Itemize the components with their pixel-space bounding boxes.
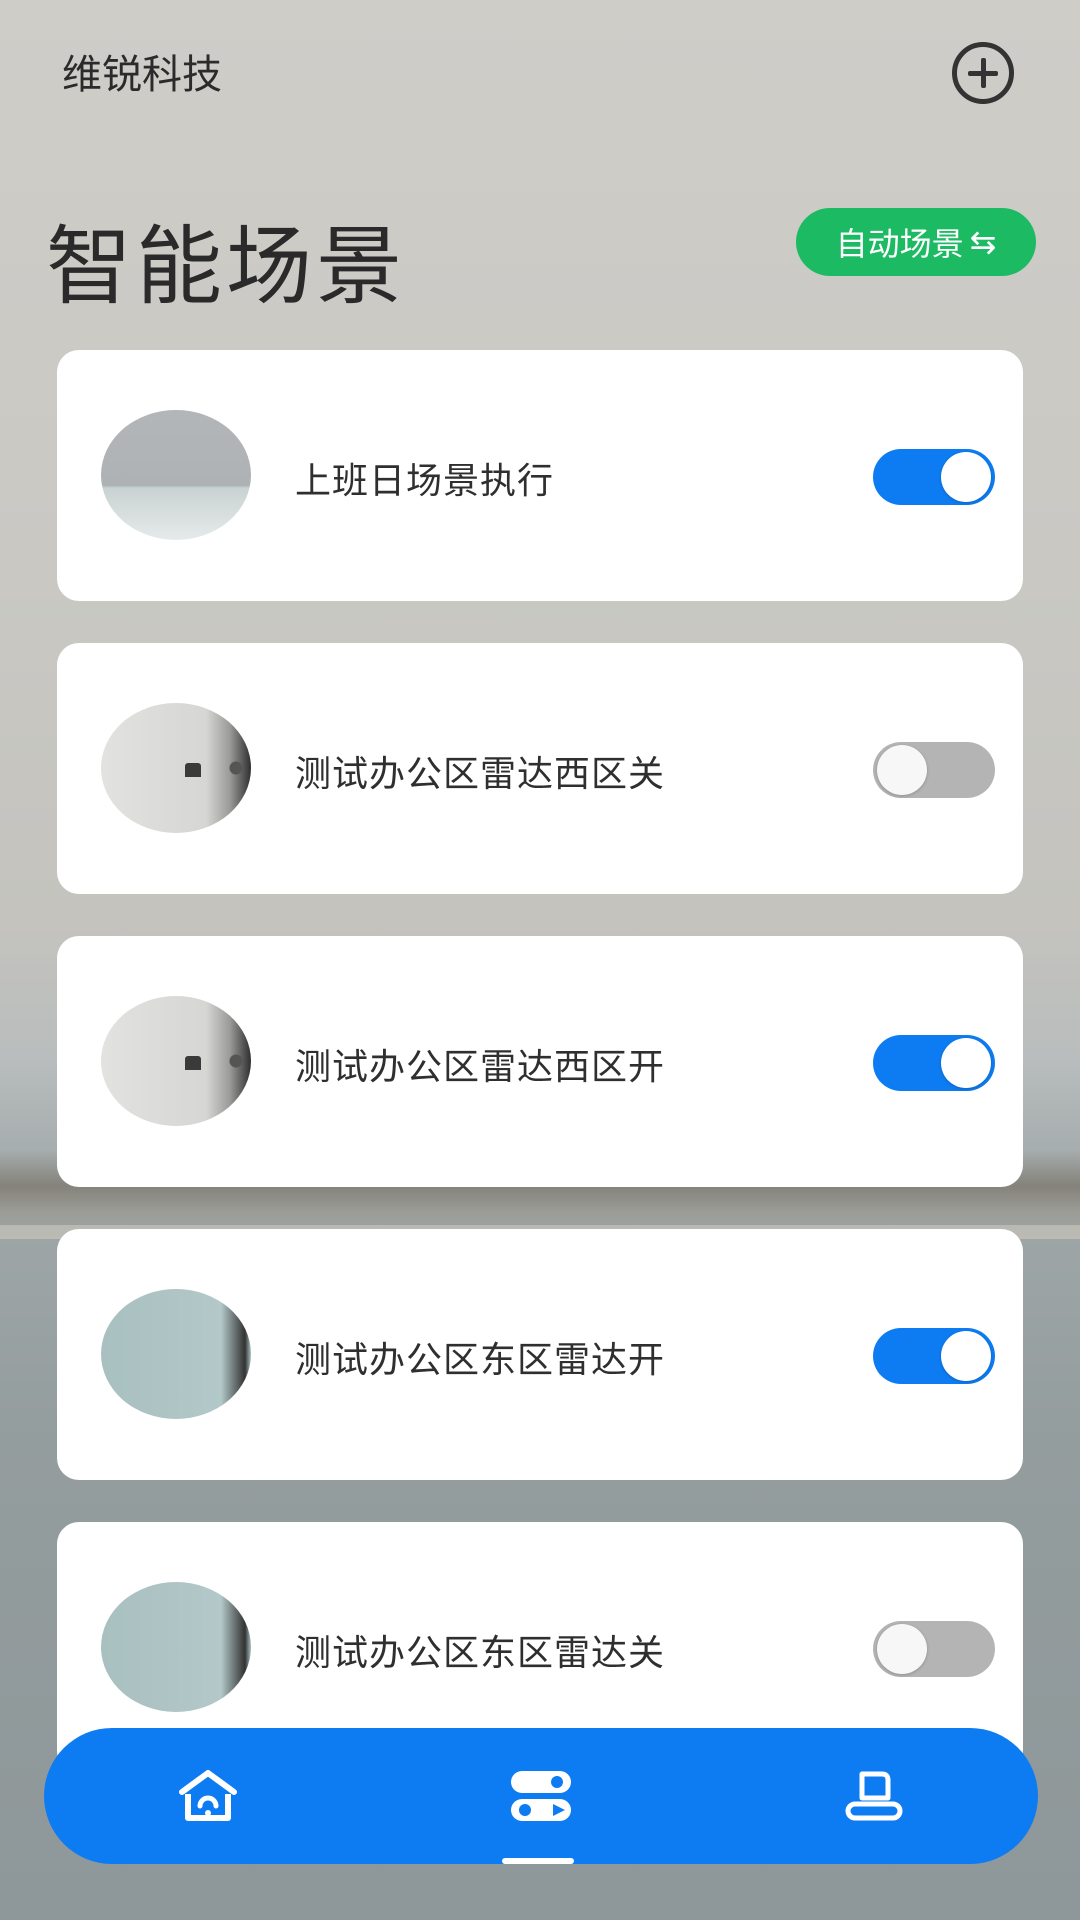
scene-card[interactable]: 测试办公区雷达西区开 bbox=[57, 936, 1023, 1187]
scene-card[interactable]: 测试办公区东区雷达开 bbox=[57, 1229, 1023, 1480]
tab-home[interactable] bbox=[148, 1728, 268, 1864]
swap-arrows-icon: ⇆ bbox=[969, 223, 997, 261]
scene-toggle[interactable] bbox=[873, 449, 995, 505]
top-bar: 维锐科技 bbox=[0, 0, 1080, 130]
scene-toggle[interactable] bbox=[873, 1035, 995, 1091]
auto-scene-label: 自动场景 bbox=[835, 225, 964, 263]
scene-label: 测试办公区东区雷达开 bbox=[295, 1340, 666, 1381]
scene-thumbnail bbox=[101, 1289, 251, 1419]
toggle-knob bbox=[941, 452, 991, 502]
tab-scenes[interactable] bbox=[481, 1728, 601, 1864]
scene-label: 测试办公区雷达西区关 bbox=[295, 754, 666, 795]
auto-scene-button[interactable]: 自动场景 ⇆ bbox=[796, 208, 1036, 276]
home-icon bbox=[179, 1770, 237, 1821]
app-name: 维锐科技 bbox=[62, 52, 222, 98]
lamp-image bbox=[185, 763, 201, 777]
toggle-knob bbox=[877, 745, 927, 795]
scene-toggle-icon bbox=[511, 1771, 571, 1821]
toggle-knob bbox=[941, 1331, 991, 1381]
scene-thumbnail bbox=[101, 996, 251, 1126]
profile-icon bbox=[845, 1771, 903, 1821]
scene-label: 测试办公区雷达西区开 bbox=[295, 1047, 666, 1088]
scene-toggle[interactable] bbox=[873, 1328, 995, 1384]
scene-thumbnail bbox=[101, 703, 251, 833]
scene-card[interactable]: 测试办公区雷达西区关 bbox=[57, 643, 1023, 894]
scene-thumbnail bbox=[101, 1582, 251, 1712]
lamp-image bbox=[185, 1056, 201, 1070]
scene-toggle[interactable] bbox=[873, 1621, 995, 1677]
page-title: 智能场景 bbox=[46, 217, 406, 317]
add-scene-button[interactable] bbox=[952, 42, 1014, 104]
tab-profile[interactable] bbox=[814, 1728, 934, 1864]
scene-label: 上班日场景执行 bbox=[295, 461, 555, 502]
scene-toggle[interactable] bbox=[873, 742, 995, 798]
scene-card[interactable]: 上班日场景执行 bbox=[57, 350, 1023, 601]
toggle-knob bbox=[941, 1038, 991, 1088]
active-tab-indicator bbox=[502, 1858, 574, 1864]
bottom-tab-bar bbox=[44, 1728, 1038, 1864]
scene-thumbnail bbox=[101, 410, 251, 540]
scene-label: 测试办公区东区雷达关 bbox=[295, 1633, 666, 1674]
toggle-knob bbox=[877, 1624, 927, 1674]
